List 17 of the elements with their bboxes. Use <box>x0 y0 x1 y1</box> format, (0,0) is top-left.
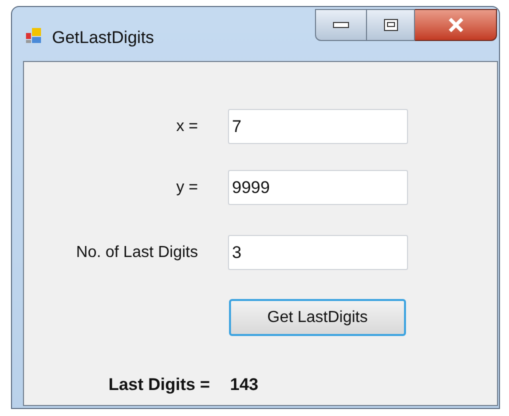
input-field[interactable]: 9999 <box>228 170 408 205</box>
app-icon <box>26 28 42 44</box>
maximize-icon <box>384 19 398 31</box>
result-label: Last Digits = <box>107 374 210 396</box>
input-field[interactable]: 3 <box>228 235 408 270</box>
get-last-digits-button[interactable]: Get LastDigits <box>229 299 406 336</box>
result-value: 143 <box>230 374 258 396</box>
input-field[interactable]: 7 <box>228 109 408 144</box>
close-icon <box>448 18 464 32</box>
field-label: y = <box>175 178 198 198</box>
minimize-button[interactable] <box>315 9 367 41</box>
field-label: No. of Last Digits <box>75 242 198 262</box>
minimize-icon <box>333 22 349 28</box>
window-title: GetLastDigits <box>52 27 154 49</box>
field-label: x = <box>175 116 198 136</box>
maximize-button[interactable] <box>367 9 415 41</box>
close-button[interactable] <box>415 9 497 41</box>
